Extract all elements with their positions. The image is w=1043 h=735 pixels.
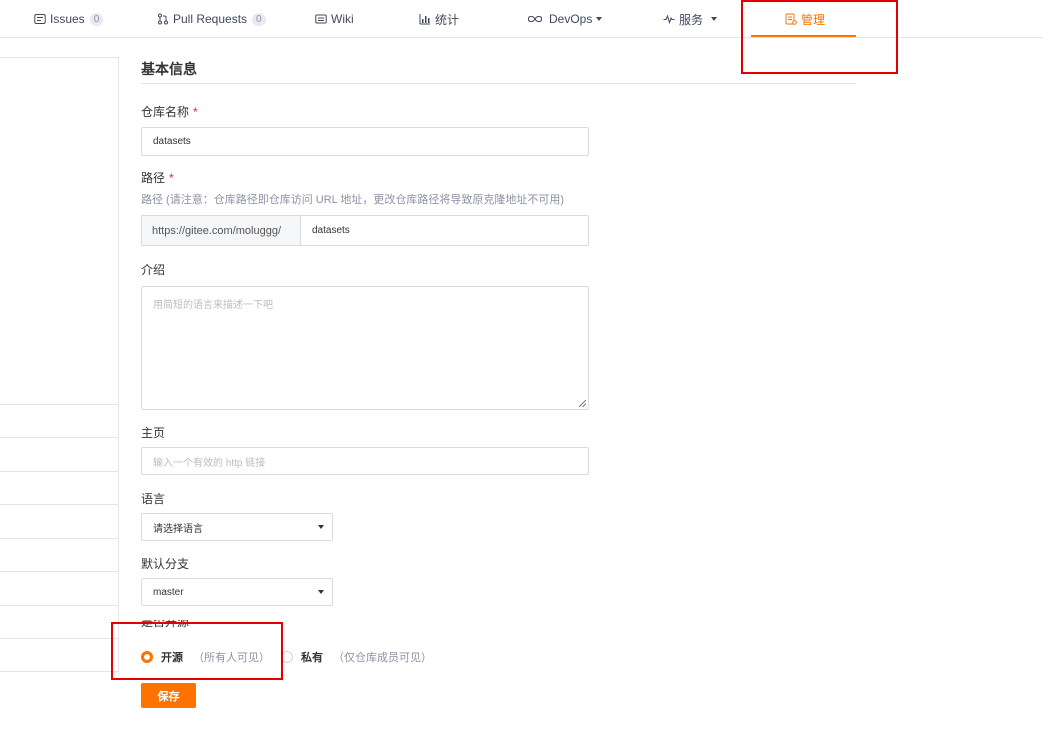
sidebar-divider: [0, 538, 118, 539]
homepage-label: 主页: [141, 426, 166, 440]
language-selected: 请选择语言: [153, 523, 203, 535]
dropdown-arrow-icon: [318, 525, 324, 529]
infinity-icon: [527, 13, 543, 25]
radio-private-desc: （仅仓库成员可见）: [333, 652, 432, 664]
repo-name-label: 仓库名称 *: [141, 103, 198, 120]
chevron-down-icon: [711, 17, 718, 21]
chevron-down-icon: [596, 17, 603, 21]
tab-services[interactable]: 服务: [663, 0, 718, 38]
section-title: 基本信息: [141, 61, 197, 77]
path-label: 路径 *: [141, 169, 174, 186]
tab-issues[interactable]: Issues 0: [34, 0, 104, 38]
radio-private-label: 私有: [301, 652, 323, 664]
visibility-option-private[interactable]: 私有 （仅仓库成员可见）: [281, 649, 432, 665]
tab-wiki-label: Wiki: [331, 12, 354, 26]
pulls-count-badge: 0: [252, 12, 266, 26]
tab-issues-label: Issues: [50, 12, 85, 26]
pulse-icon: [663, 13, 675, 25]
sidebar-divider: [0, 404, 118, 405]
tab-services-label: 服务: [679, 12, 704, 27]
tab-stats-label: 统计: [435, 12, 460, 27]
repo-name-label-text: 仓库名称: [141, 105, 190, 119]
path-hint: 路径 (请注意：仓库路径即仓库访问 URL 地址，更改仓库路径将导致原克隆地址不…: [141, 194, 565, 206]
default-branch-select[interactable]: master: [141, 578, 333, 606]
pull-request-icon: [157, 13, 169, 25]
tab-devops[interactable]: DevOps: [527, 0, 603, 38]
sidebar-divider: [0, 571, 118, 572]
issues-icon: [34, 13, 46, 25]
annotation-box-manage: [741, 0, 898, 74]
tab-pull-requests[interactable]: Pull Requests 0: [157, 0, 266, 38]
intro-placeholder: 用简短的语言来描述一下吧: [153, 300, 273, 311]
issues-count-badge: 0: [89, 12, 104, 26]
dropdown-arrow-icon: [318, 590, 324, 594]
language-select[interactable]: 请选择语言: [141, 513, 333, 541]
sidebar-divider: [0, 605, 118, 606]
wiki-icon: [315, 13, 327, 25]
annotation-box-visibility: [111, 622, 283, 680]
sidebar-divider: [0, 504, 118, 505]
path-input[interactable]: datasets: [300, 215, 589, 246]
homepage-input[interactable]: 输入一个有效的 http 链接: [141, 447, 589, 475]
tab-stats[interactable]: 统计: [419, 0, 459, 38]
bar-chart-icon: [419, 13, 431, 25]
path-label-text: 路径: [141, 171, 166, 185]
section-divider: [141, 83, 856, 84]
path-prefix: https://gitee.com/moluggg/: [141, 215, 301, 246]
sidebar-divider: [0, 437, 118, 438]
sidebar-divider: [0, 471, 118, 472]
default-branch-selected: master: [153, 586, 184, 598]
resize-handle-icon[interactable]: [579, 400, 586, 407]
intro-label: 介绍: [141, 263, 166, 277]
required-mark: *: [193, 105, 198, 119]
required-mark: *: [169, 171, 174, 185]
tab-wiki[interactable]: Wiki: [315, 0, 354, 38]
repo-name-input[interactable]: datasets: [141, 127, 589, 156]
language-label: 语言: [141, 492, 166, 506]
tab-devops-label: DevOps: [549, 12, 593, 26]
sidebar-divider: [0, 638, 118, 639]
tab-pull-requests-label: Pull Requests: [173, 12, 248, 26]
settings-sidebar: [0, 57, 119, 672]
default-branch-label: 默认分支: [141, 557, 190, 571]
save-button[interactable]: 保存: [141, 683, 196, 708]
intro-textarea[interactable]: 用简短的语言来描述一下吧: [141, 286, 589, 410]
